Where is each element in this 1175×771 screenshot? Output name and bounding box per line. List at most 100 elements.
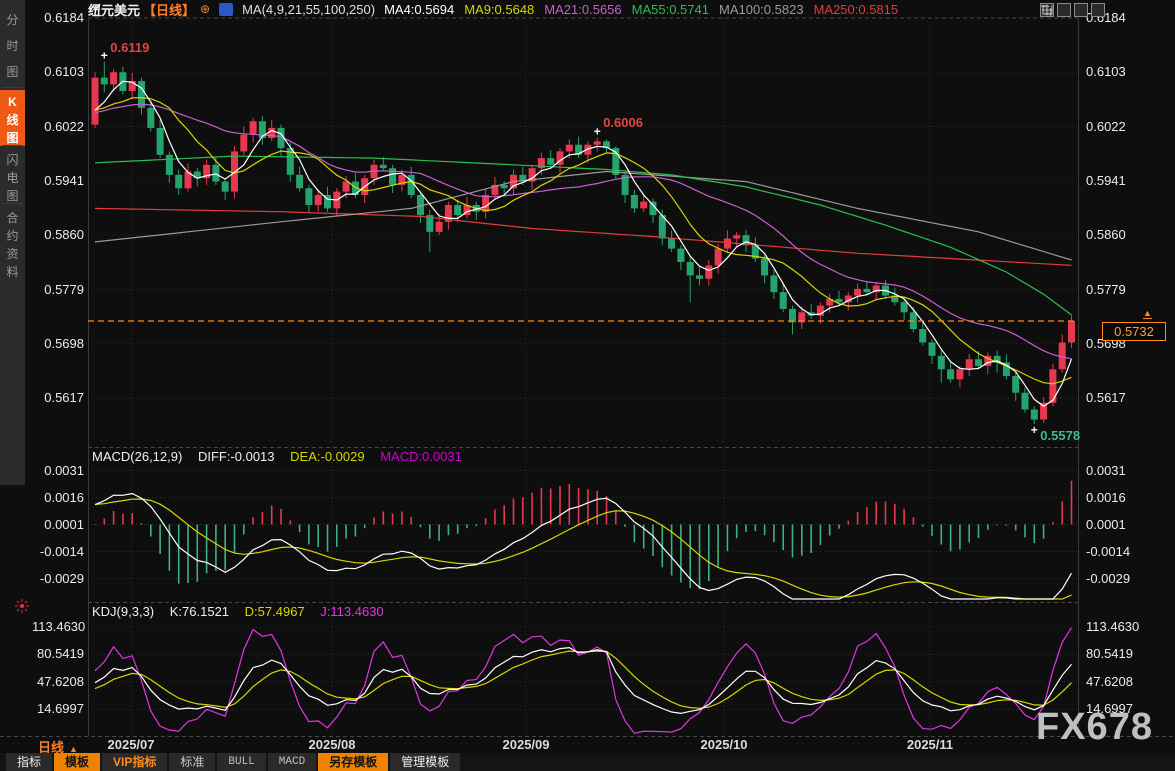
- ma-group-label: MA(4,9,21,55,100,250): [242, 2, 375, 17]
- macd-title: MACD(26,12,9): [92, 449, 182, 464]
- kdj-axis-label: 80.5419: [1086, 646, 1138, 661]
- price-up-arrow-icon: ▲: [1143, 308, 1152, 319]
- price-axis-label: 0.5860: [32, 227, 84, 242]
- price-axis-label: 0.5698: [32, 336, 84, 351]
- toolbar-tab-VIP指标[interactable]: VIP指标: [102, 753, 167, 771]
- svg-text:+: +: [101, 49, 108, 63]
- ma-value-readout: MA100:0.5823: [719, 2, 804, 17]
- macd-axis-label: 0.0031: [1086, 463, 1138, 478]
- sidebar-item-2[interactable]: K线图: [0, 90, 25, 146]
- sidebar-item-char: 电: [0, 169, 25, 187]
- ma-value-readout: MA21:0.5656: [544, 2, 621, 17]
- scale-x-icon[interactable]: [1057, 3, 1071, 17]
- price-axis-label: 0.6184: [32, 10, 84, 25]
- macd-axis-label: -0.0029: [1086, 571, 1138, 586]
- toolbar-tab-MACD[interactable]: MACD: [268, 753, 316, 771]
- kdj-k-value: K:76.1521: [170, 604, 229, 619]
- sidebar-item-char: K: [0, 93, 25, 111]
- kdj-title: KDJ(9,3,3): [92, 604, 154, 619]
- scale-y-icon[interactable]: [1074, 3, 1088, 17]
- macd-axis-label: -0.0029: [32, 571, 84, 586]
- kdj-d-value: D:57.4967: [245, 604, 305, 619]
- month-label: 2025/08: [309, 737, 356, 752]
- price-axis-label: 0.5860: [1086, 227, 1138, 242]
- collapse-panel-icon[interactable]: [1091, 3, 1105, 17]
- add-indicator-icon[interactable]: ⊕: [200, 2, 210, 16]
- price-annotation: 0.6119: [110, 40, 149, 55]
- last-price-tag: 0.5732: [1102, 322, 1166, 341]
- svg-text:+: +: [1031, 423, 1038, 437]
- kdj-header: KDJ(9,3,3) K:76.1521 D:57.4967 J:113.463…: [92, 604, 396, 619]
- sidebar-item-char: 时: [0, 33, 25, 59]
- macd-axis-label: 0.0016: [1086, 490, 1138, 505]
- price-axis-label: 0.5617: [32, 390, 84, 405]
- kdj-axis-label: 14.6997: [1086, 701, 1138, 716]
- sidebar-item-char: 约: [0, 227, 25, 245]
- toolbar-tab-标准[interactable]: 标准: [169, 753, 215, 771]
- ma-value-readout: MA250:0.5815: [814, 2, 899, 17]
- macd-axis-label: 0.0001: [1086, 517, 1138, 532]
- sidebar: 分时图K线图闪电图合约资料: [0, 0, 25, 485]
- macd-axis-label: 0.0016: [32, 490, 84, 505]
- time-axis: 日线▲ 2025/072025/082025/092025/102025/11: [0, 737, 1175, 753]
- kdj-axis-label: 80.5419: [32, 646, 84, 661]
- macd-axis-label: -0.0014: [1086, 544, 1138, 559]
- toolbar-tab-另存模板[interactable]: 另存模板: [318, 753, 388, 771]
- price-axis-label: 0.6022: [32, 119, 84, 134]
- price-axis-label: 0.5941: [32, 173, 84, 188]
- kdj-axis-label: 113.4630: [32, 619, 84, 634]
- sidebar-item-4[interactable]: 合约资料: [0, 206, 25, 282]
- sidebar-item-char: 资: [0, 245, 25, 263]
- ma-value-readout: MA9:0.5648: [464, 2, 534, 17]
- chart-style-icon[interactable]: [219, 3, 233, 16]
- price-annotation: 0.5578: [1040, 428, 1080, 443]
- trading-chart-app: +++ 分时图K线图闪电图合约资料 纽元美元【日线】⊕ MA(4,9,21,55…: [0, 0, 1175, 771]
- kdj-axis-label: 14.6997: [32, 701, 84, 716]
- bottom-toolbar: 指标模板VIP指标标准BULLMACD另存模板管理模板: [0, 753, 1175, 771]
- price-axis-label: 0.5779: [32, 282, 84, 297]
- price-axis-label: 0.5779: [1086, 282, 1138, 297]
- price-annotation: 0.6006: [603, 115, 643, 130]
- macd-axis-label: -0.0014: [32, 544, 84, 559]
- macd-axis-label: 0.0031: [32, 463, 84, 478]
- ma-value-readout: MA4:0.5694: [384, 2, 454, 17]
- month-label: 2025/07: [108, 737, 155, 752]
- month-label: 2025/11: [907, 737, 953, 752]
- macd-axis-label: 0.0001: [32, 517, 84, 532]
- sidebar-item-char: 合: [0, 209, 25, 227]
- svg-text:+: +: [594, 124, 601, 138]
- toolbar-tab-BULL[interactable]: BULL: [217, 753, 265, 771]
- price-axis-label: 0.6103: [32, 64, 84, 79]
- sidebar-item-1[interactable]: 分时图: [0, 4, 25, 88]
- sidebar-item-char: 线: [0, 111, 25, 129]
- sidebar-item-3[interactable]: 闪电图: [0, 148, 25, 204]
- macd-dea-value: DEA:-0.0029: [290, 449, 364, 464]
- sidebar-divider: [2, 203, 23, 204]
- chart-header: 纽元美元【日线】⊕ MA(4,9,21,55,100,250) MA4:0.56…: [88, 1, 898, 17]
- macd-header: MACD(26,12,9) DIFF:-0.0013 DEA:-0.0029 M…: [92, 449, 474, 464]
- sidebar-item-char: 料: [0, 263, 25, 281]
- price-axis-label: 0.6103: [1086, 64, 1138, 79]
- macd-diff-value: DIFF:-0.0013: [198, 449, 275, 464]
- sidebar-divider: [2, 87, 23, 88]
- kdj-axis-label: 47.6208: [32, 674, 84, 689]
- price-axis-label: 0.5941: [1086, 173, 1138, 188]
- toolbar-tab-模板[interactable]: 模板: [54, 753, 100, 771]
- chart-canvas: + + +: [0, 0, 1175, 771]
- macd-macd-value: MACD:0.0031: [380, 449, 462, 464]
- kdj-axis-label: 113.4630: [1086, 619, 1138, 634]
- month-label: 2025/09: [503, 737, 550, 752]
- kdj-axis-label: 47.6208: [1086, 674, 1138, 689]
- price-axis-label: 0.6022: [1086, 119, 1138, 134]
- ma-readouts: MA4:0.5694MA9:0.5648MA21:0.5656MA55:0.57…: [384, 2, 898, 17]
- sidebar-item-char: 分: [0, 7, 25, 33]
- period-label: 【日线】: [143, 0, 195, 19]
- sidebar-item-char: 闪: [0, 151, 25, 169]
- toolbar-tab-管理模板[interactable]: 管理模板: [390, 753, 460, 771]
- price-axis-label: 0.5617: [1086, 390, 1138, 405]
- toolbar-tab-指标[interactable]: 指标: [6, 753, 52, 771]
- sidebar-divider: [2, 145, 23, 146]
- sidebar-item-char: 图: [0, 59, 25, 85]
- month-label: 2025/10: [701, 737, 748, 752]
- kdj-j-value: J:113.4630: [320, 604, 383, 619]
